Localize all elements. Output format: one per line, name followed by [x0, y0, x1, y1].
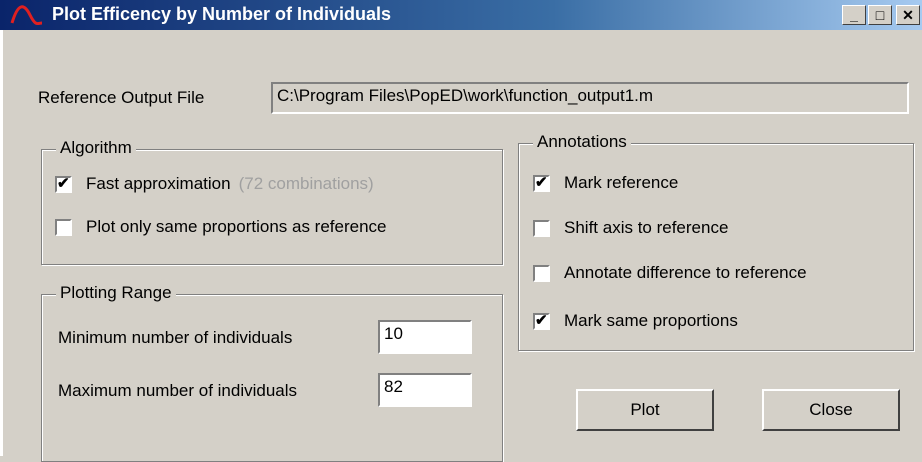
mark-same-proportions-option[interactable]: ✔ Mark same proportions [533, 311, 738, 331]
close-button[interactable]: Close [762, 389, 900, 431]
min-individuals-input[interactable]: 10 [378, 320, 472, 354]
mark-reference-option[interactable]: ✔ Mark reference [533, 173, 678, 193]
shift-axis-label: Shift axis to reference [564, 218, 729, 237]
reference-file-label: Reference Output File [38, 88, 205, 107]
same-proportions-option[interactable]: Plot only same proportions as reference [55, 217, 387, 237]
shift-axis-option[interactable]: Shift axis to reference [533, 218, 728, 238]
check-icon: ✔ [535, 173, 548, 191]
algorithm-group: Algorithm [41, 138, 503, 265]
same-proportions-label: Plot only same proportions as reference [86, 217, 387, 236]
check-icon: ✔ [535, 311, 548, 329]
title-bar[interactable]: Plot Efficency by Number of Individuals … [0, 0, 922, 30]
algorithm-legend: Algorithm [56, 138, 136, 158]
close-window-button[interactable]: ✕ [896, 5, 920, 25]
fast-approximation-checkbox[interactable]: ✔ [55, 174, 72, 193]
plot-button[interactable]: Plot [576, 389, 714, 431]
mark-same-proportions-checkbox[interactable]: ✔ [533, 311, 550, 330]
plotting-range-legend: Plotting Range [56, 283, 176, 303]
app-icon [10, 5, 43, 25]
fast-approximation-label: Fast approximation [86, 174, 231, 193]
check-icon: ✔ [57, 174, 70, 192]
annotate-difference-option[interactable]: Annotate difference to reference [533, 263, 807, 283]
minimize-button[interactable]: _ [842, 5, 866, 25]
annotate-difference-label: Annotate difference to reference [564, 263, 807, 282]
same-proportions-checkbox[interactable] [55, 218, 72, 236]
mark-same-proportions-label: Mark same proportions [564, 311, 738, 330]
dialog-body: Reference Output File C:\Program Files\P… [0, 30, 922, 462]
combinations-note: (72 combinations) [238, 174, 374, 193]
window-title: Plot Efficency by Number of Individuals [52, 4, 392, 24]
annotate-difference-checkbox[interactable] [533, 264, 550, 282]
reference-file-field[interactable]: C:\Program Files\PopED\work\function_out… [271, 82, 909, 114]
fast-approximation-option[interactable]: ✔ Fast approximation (72 combinations) [55, 174, 374, 194]
max-individuals-input[interactable]: 82 [378, 373, 472, 407]
shift-axis-checkbox[interactable] [533, 219, 550, 237]
annotations-legend: Annotations [533, 132, 631, 152]
maximize-button[interactable]: □ [868, 5, 892, 25]
max-individuals-label: Maximum number of individuals [58, 381, 298, 400]
mark-reference-label: Mark reference [564, 173, 679, 192]
mark-reference-checkbox[interactable]: ✔ [533, 173, 550, 192]
min-individuals-label: Minimum number of individuals [58, 328, 293, 347]
